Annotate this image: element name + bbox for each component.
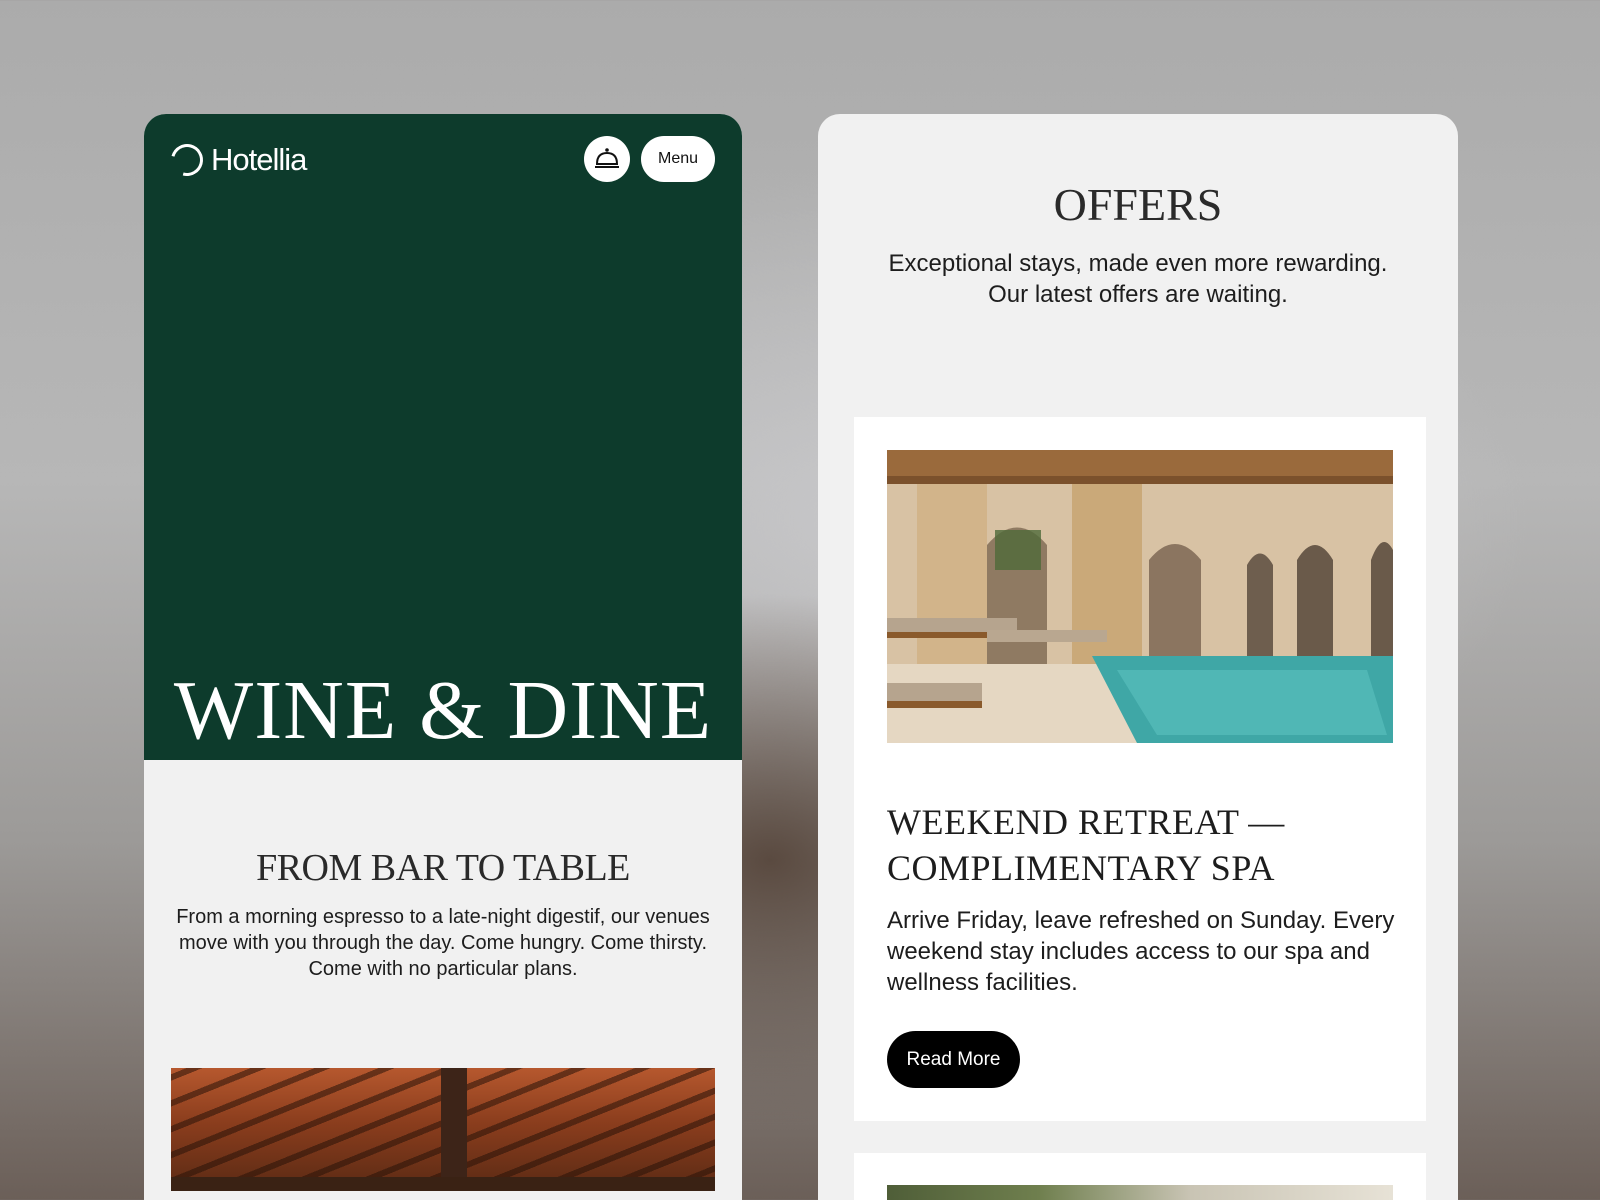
brand-name: Hotellia <box>211 142 307 177</box>
section-description: From a morning espresso to a late-night … <box>176 906 710 980</box>
read-more-button[interactable]: Read More <box>887 1031 1020 1088</box>
offers-subtitle: Exceptional stays, made even more reward… <box>888 250 1388 308</box>
section-title: FROM BAR TO TABLE <box>256 847 630 889</box>
offer-title: WEEKEND RETREAT — COMPLIMENTARY SPA <box>887 802 1285 888</box>
concierge-button[interactable] <box>584 136 630 182</box>
wine-dine-screen: Hotellia Menu WINE & DINE FROM BAR TO TA… <box>144 114 742 1200</box>
ring-logo-icon <box>165 138 209 182</box>
ceiling-crossbeam <box>171 1177 715 1191</box>
offers-title: OFFERS <box>1053 179 1223 230</box>
offer-description: Arrive Friday, leave refreshed on Sunday… <box>887 907 1395 996</box>
spa-pool-image <box>887 450 1393 743</box>
offer-card-next[interactable] <box>854 1153 1426 1200</box>
bar-ceiling-image <box>171 1068 715 1191</box>
offer-card[interactable]: WEEKEND RETREAT — COMPLIMENTARY SPA Arri… <box>854 417 1426 1121</box>
offer-image-next <box>887 1185 1393 1200</box>
concierge-bell-icon <box>595 148 619 168</box>
ceiling-beam <box>441 1068 467 1191</box>
brand-logo[interactable]: Hotellia <box>165 138 307 182</box>
offers-screen: OFFERS Exceptional stays, made even more… <box>818 114 1458 1200</box>
hero-title: WINE & DINE <box>173 664 713 757</box>
menu-button[interactable]: Menu <box>641 136 715 182</box>
hero-section: Hotellia Menu WINE & DINE <box>144 114 742 760</box>
